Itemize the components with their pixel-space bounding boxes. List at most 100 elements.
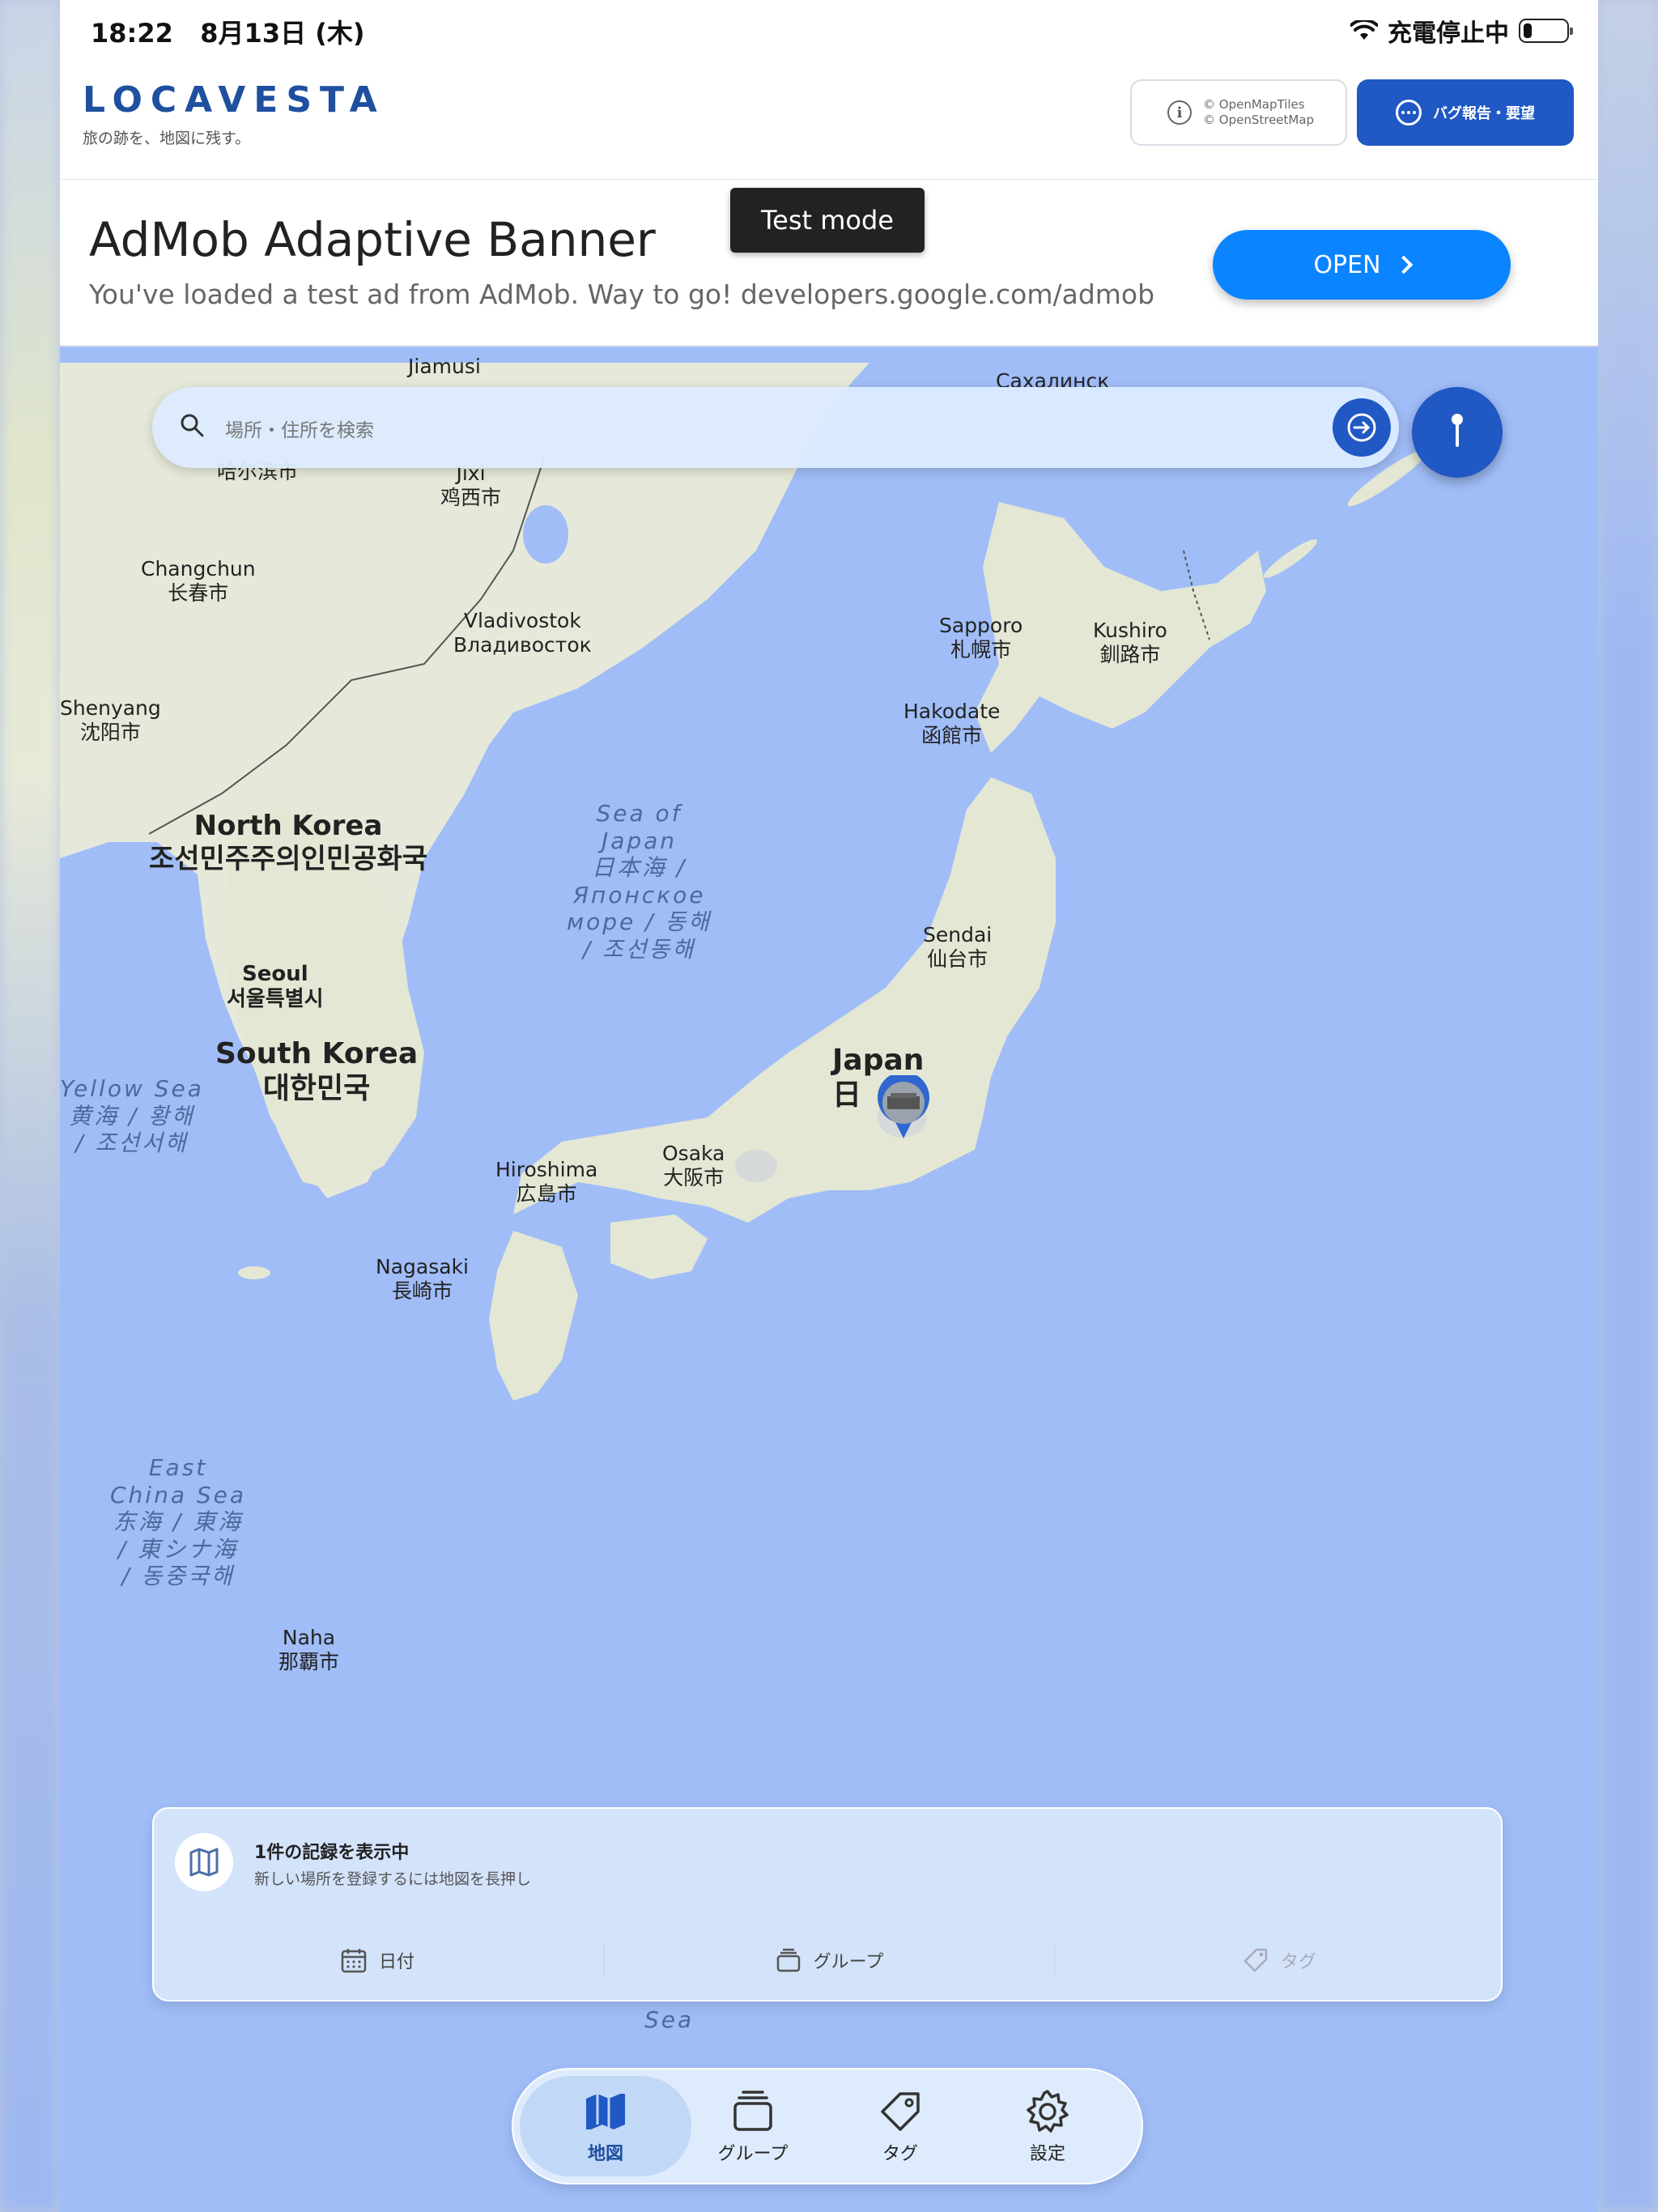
label-hakodate-en: Hakodate: [903, 700, 1001, 723]
tab-map[interactable]: 地図: [520, 2076, 691, 2176]
records-hint: 新しい場所を登録するには地図を長押し: [254, 1870, 532, 1888]
records-panel: 1件の記録を表示中 新しい場所を登録するには地図を長押し 日付 グループ タグ: [152, 1807, 1503, 2001]
tab-groups-label: グループ: [717, 2144, 789, 2164]
label-yellow-sea-3: / 조선서해: [75, 1129, 189, 1157]
label-nagasaki-en: Nagasaki: [376, 1255, 469, 1278]
label-japan-en: Japan: [832, 1044, 925, 1077]
label-philippine-sea: Sea: [644, 2006, 695, 2033]
search-submit-button[interactable]: [1333, 398, 1391, 457]
filter-tag-button[interactable]: タグ: [1056, 1938, 1503, 1982]
label-naha-ja: 那覇市: [278, 1650, 340, 1674]
label-hiroshima: Hiroshima 広島市: [495, 1158, 597, 1206]
label-jiamusi: Jiamusi: [408, 355, 481, 378]
label-shenyang: Shenyang 沈阳市: [60, 696, 161, 745]
label-sea-of-japan-6: / 조선동해: [582, 935, 696, 963]
label-east-china-sea-1: East: [148, 1454, 208, 1481]
label-changchun-en: Changchun: [141, 557, 256, 581]
test-mode-badge: Test mode: [730, 188, 925, 253]
search-input[interactable]: 場所・住所を検索: [225, 415, 374, 442]
label-north-korea: North Korea 조선민주주의인민공화국: [149, 810, 427, 876]
label-east-china-sea-3: 东海 / 東海: [113, 1508, 244, 1536]
app-window: 18:22 8月13日 (木) 充電停止中 LOCAVESTA 旅の跡を、地図に…: [60, 0, 1598, 2212]
label-nagasaki: Nagasaki 長崎市: [376, 1255, 469, 1304]
label-sea-of-japan-2: Japan: [601, 827, 678, 854]
ad-banner[interactable]: AdMob Adaptive Banner You've loaded a te…: [60, 180, 1598, 347]
label-sapporo-en: Sapporo: [939, 614, 1023, 637]
search-icon: [181, 414, 204, 437]
filter-group-label: グループ: [813, 1952, 884, 1972]
stack-icon: [733, 2091, 772, 2131]
label-yellow-sea: Yellow Sea 黄海 / 황해 / 조선서해: [60, 1075, 204, 1157]
search-bar[interactable]: 場所・住所を検索: [152, 387, 1399, 468]
label-kushiro-en: Kushiro: [1093, 619, 1167, 642]
label-sendai-ja: 仙台市: [927, 947, 988, 971]
label-seoul-en: Seoul: [241, 962, 308, 986]
label-naha-en: Naha: [282, 1626, 336, 1649]
label-sea-of-japan-3: 日本海 /: [591, 854, 687, 882]
chevron-right-icon: [1394, 255, 1413, 274]
arrow-right-icon: [1347, 413, 1376, 442]
ad-open-button[interactable]: OPEN: [1213, 230, 1511, 300]
tab-map-label: 地図: [587, 2144, 623, 2164]
label-east-china-sea-4: / 東シナ海: [117, 1535, 239, 1563]
label-south-korea-en: South Korea: [215, 1037, 419, 1070]
status-bar: 18:22 8月13日 (木) 充電停止中: [60, 0, 1598, 58]
chat-bubble-icon: [1396, 100, 1422, 125]
label-sea-of-japan-5: море / 동해: [567, 908, 712, 936]
tag-icon: [1244, 1948, 1268, 1972]
land-kyushu: [489, 1231, 578, 1401]
label-osaka-en: Osaka: [662, 1142, 725, 1165]
filter-group-button[interactable]: グループ: [606, 1938, 1052, 1982]
label-hiroshima-ja: 広島市: [516, 1182, 577, 1206]
tab-settings[interactable]: 設定: [962, 2076, 1133, 2176]
tab-bar: 地図 グループ タグ 設定: [512, 2068, 1143, 2184]
tab-tags-label: タグ: [882, 2144, 918, 2164]
status-time: 18:22: [91, 18, 173, 49]
label-east-china-sea-2: China Sea: [110, 1481, 247, 1508]
filter-date-button[interactable]: 日付: [154, 1938, 601, 1982]
bug-report-button[interactable]: バグ報告・要望: [1357, 79, 1574, 146]
label-vladivostok-en: Vladivostok: [463, 609, 581, 632]
pin-icon: [1452, 414, 1463, 447]
attribution-openstreetmap: © OpenStreetMap: [1203, 113, 1315, 127]
label-seoul-ko: 서울특별시: [227, 987, 324, 1012]
app-tagline: 旅の跡を、地図に残す。: [83, 130, 251, 147]
tab-settings-label: 設定: [1029, 2144, 1065, 2164]
divider: [604, 1943, 605, 1977]
status-date: 8月13日 (木): [200, 18, 365, 49]
label-hakodate: Hakodate 函館市: [903, 700, 1000, 748]
label-shenyang-en: Shenyang: [60, 696, 161, 720]
label-north-korea-ko: 조선민주주의인민공화국: [149, 842, 428, 875]
label-seoul: Seoul 서울특별시: [227, 962, 324, 1012]
record-marker[interactable]: [876, 1075, 931, 1140]
label-osaka: Osaka 大阪市: [662, 1142, 725, 1190]
label-yellow-sea-2: 黄海 / 황해: [69, 1102, 195, 1129]
label-kushiro-ja: 釧路市: [1099, 643, 1161, 666]
land-shikoku: [610, 1214, 708, 1279]
attribution-openmaptiles: © OpenMapTiles: [1203, 97, 1305, 112]
calendar-icon: [341, 1949, 367, 1973]
label-shenyang-zh: 沈阳市: [79, 721, 141, 744]
label-sapporo-ja: 札幌市: [950, 638, 1012, 661]
divider: [1054, 1943, 1055, 1977]
label-yellow-sea-1: Yellow Sea: [60, 1075, 204, 1102]
label-sea-of-japan: Sea of Japan 日本海 / Японское море / 동해 / …: [567, 800, 712, 963]
tab-tags[interactable]: タグ: [814, 2076, 986, 2176]
charging-status: 充電停止中: [1388, 19, 1509, 48]
label-kushiro: Kushiro 釧路市: [1093, 619, 1167, 667]
label-jixi-zh: 鸡西市: [440, 486, 502, 509]
attribution-text: © OpenMapTiles © OpenStreetMap: [1203, 97, 1314, 128]
map-icon: [586, 2094, 625, 2129]
label-east-china-sea: East China Sea 东海 / 東海 / 東シナ海 / 동중국해: [110, 1454, 246, 1590]
stack-icon: [776, 1948, 800, 1972]
label-sendai: Sendai 仙台市: [923, 923, 992, 972]
label-east-china-sea-5: / 동중국해: [121, 1563, 235, 1590]
label-changchun-zh: 长春市: [168, 581, 229, 605]
add-pin-button[interactable]: [1412, 387, 1503, 478]
attribution-button[interactable]: i © OpenMapTiles © OpenStreetMap: [1130, 79, 1347, 146]
filter-date-label: 日付: [378, 1952, 414, 1972]
label-jixi: Jixi 鸡西市: [440, 462, 501, 510]
status-right: 充電停止中: [1350, 13, 1573, 49]
label-sapporo: Sapporo 札幌市: [939, 614, 1022, 662]
tab-groups[interactable]: グループ: [667, 2076, 839, 2176]
